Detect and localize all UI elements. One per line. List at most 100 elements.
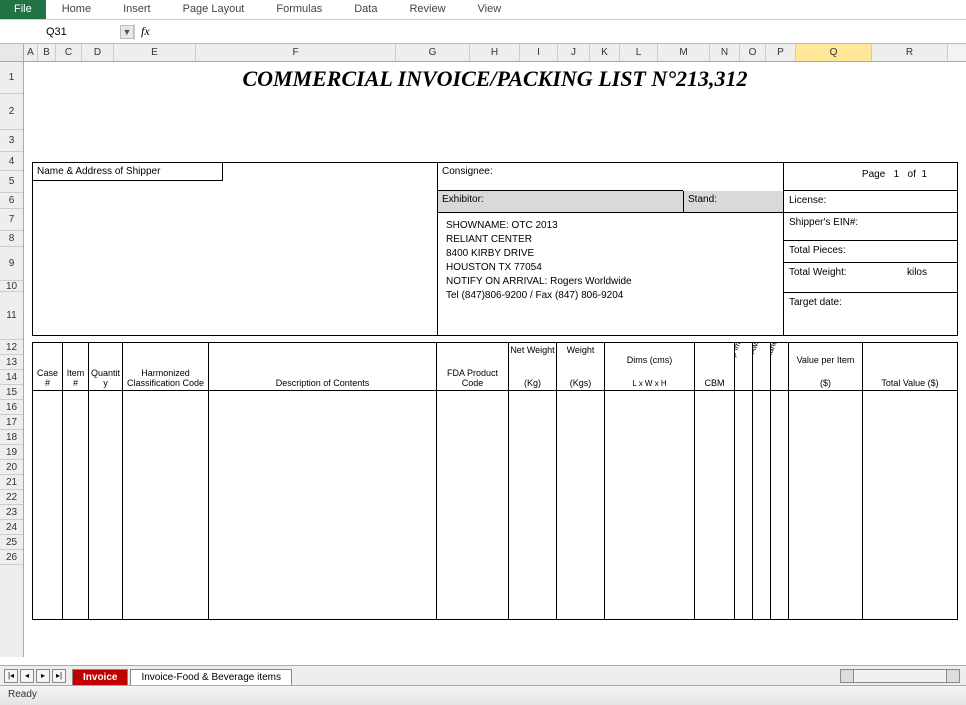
sheet-nav-first-icon[interactable]: |◂ [4,669,18,683]
page-row: Page 1 of 1 [784,163,957,191]
row-header-25[interactable]: 25 [0,535,23,550]
col-header-H[interactable]: H [470,44,520,61]
page-total: 1 [921,169,927,180]
row-header-5[interactable]: 5 [0,171,23,193]
row-header-21[interactable]: 21 [0,475,23,490]
body-col-perm[interactable] [771,391,789,619]
body-col-net[interactable] [509,391,557,619]
name-box[interactable]: Q31 [42,24,120,40]
col-weight: Weight (Kgs) [557,343,605,390]
body-col-vpi[interactable] [789,391,863,619]
col-header-A[interactable]: A [24,44,38,61]
formula-bar-row: Q31 ▼ fx [0,20,966,44]
sheet-tab-food-beverage[interactable]: Invoice-Food & Beverage items [130,669,292,685]
row-header-12[interactable]: 12 [0,340,23,355]
col-header-C[interactable]: C [56,44,82,61]
row-header-15[interactable]: 15 [0,385,23,400]
body-col-give[interactable] [753,391,771,619]
weight-text: Total Weight: [789,267,847,278]
row-header-19[interactable]: 19 [0,445,23,460]
row-header-16[interactable]: 16 [0,400,23,415]
body-col-desc[interactable] [209,391,437,619]
sheet-tab-invoice[interactable]: Invoice [72,669,128,685]
sheet-nav-next-icon[interactable]: ▸ [36,669,50,683]
row-header-2[interactable]: 2 [0,94,23,130]
tab-formulas[interactable]: Formulas [260,0,338,19]
col-header-Q[interactable]: Q [796,44,872,61]
row-header-3[interactable]: 3 [0,130,23,152]
tab-review[interactable]: Review [393,0,461,19]
col-header-I[interactable]: I [520,44,558,61]
body-col-wt[interactable] [557,391,605,619]
body-col-cbm[interactable] [695,391,735,619]
tab-page-layout[interactable]: Page Layout [167,0,261,19]
col-give-away: Give Away [753,343,771,390]
body-col-item[interactable] [63,391,89,619]
row-header-6[interactable]: 6 [0,193,23,209]
tab-view[interactable]: View [462,0,518,19]
body-col-temp[interactable] [735,391,753,619]
col-header-R[interactable]: R [872,44,948,61]
name-box-dropdown-icon[interactable]: ▼ [120,25,134,39]
col-header-P[interactable]: P [766,44,796,61]
ribbon: File Home Insert Page Layout Formulas Da… [0,0,966,20]
row-header-22[interactable]: 22 [0,490,23,505]
body-col-fda[interactable] [437,391,509,619]
row-header-14[interactable]: 14 [0,370,23,385]
row-header-11[interactable]: 11 [0,292,23,340]
body-col-case[interactable] [33,391,63,619]
col-dims: Dims (cms) L x W x H [605,343,695,390]
shipper-label: Name & Address of Shipper [33,163,223,181]
row-header-4[interactable]: 4 [0,152,23,171]
tab-home[interactable]: Home [46,0,107,19]
row-header-20[interactable]: 20 [0,460,23,475]
col-header-K[interactable]: K [590,44,620,61]
col-header-L[interactable]: L [620,44,658,61]
table-body [33,391,957,619]
row-header-26[interactable]: 26 [0,550,23,565]
row-header-1[interactable]: 1 [0,62,23,94]
col-header-J[interactable]: J [558,44,590,61]
col-header-G[interactable]: G [396,44,470,61]
worksheet[interactable]: COMMERCIAL INVOICE/PACKING LIST N°213,31… [24,62,966,657]
table-header: Case # Item # Quantit y Harmonized Class… [33,343,957,391]
col-qty: Quantit y [89,343,123,390]
formula-buttons: fx [135,24,156,39]
sheet-nav-prev-icon[interactable]: ◂ [20,669,34,683]
formula-input[interactable] [156,24,966,40]
col-header-D[interactable]: D [82,44,114,61]
tab-data[interactable]: Data [338,0,393,19]
col-header-N[interactable]: N [710,44,740,61]
body-col-harm[interactable] [123,391,209,619]
col-header-F[interactable]: F [196,44,396,61]
col-net-weight-unit: (Kg) [524,378,541,388]
fx-icon[interactable]: fx [141,24,150,39]
show-line3: 8400 KIRBY DRIVE [446,247,675,261]
col-header-O[interactable]: O [740,44,766,61]
col-header-M[interactable]: M [658,44,710,61]
file-tab[interactable]: File [0,0,46,19]
col-value-per-item: Value per Item ($) [789,343,863,390]
body-col-total[interactable] [863,391,957,619]
row-header-18[interactable]: 18 [0,430,23,445]
body-col-qty[interactable] [89,391,123,619]
sheet-nav-last-icon[interactable]: ▸| [52,669,66,683]
body-col-dims[interactable] [605,391,695,619]
row-header-7[interactable]: 7 [0,209,23,231]
row-header-17[interactable]: 17 [0,415,23,430]
row-header-13[interactable]: 13 [0,355,23,370]
row-header-10[interactable]: 10 [0,281,23,292]
row-header-8[interactable]: 8 [0,231,23,247]
col-header-E[interactable]: E [114,44,196,61]
page-of: of [908,169,916,180]
row-header-9[interactable]: 9 [0,247,23,281]
exhibitor-label: Exhibitor: [438,191,683,213]
tab-insert[interactable]: Insert [107,0,167,19]
row-header-24[interactable]: 24 [0,520,23,535]
select-all-corner[interactable] [0,44,24,61]
horizontal-scrollbar[interactable] [840,669,960,683]
col-header-B[interactable]: B [38,44,56,61]
pieces-label: Total Pieces: [784,241,957,263]
row-header-23[interactable]: 23 [0,505,23,520]
col-temp-import: Temp Import [735,343,753,390]
